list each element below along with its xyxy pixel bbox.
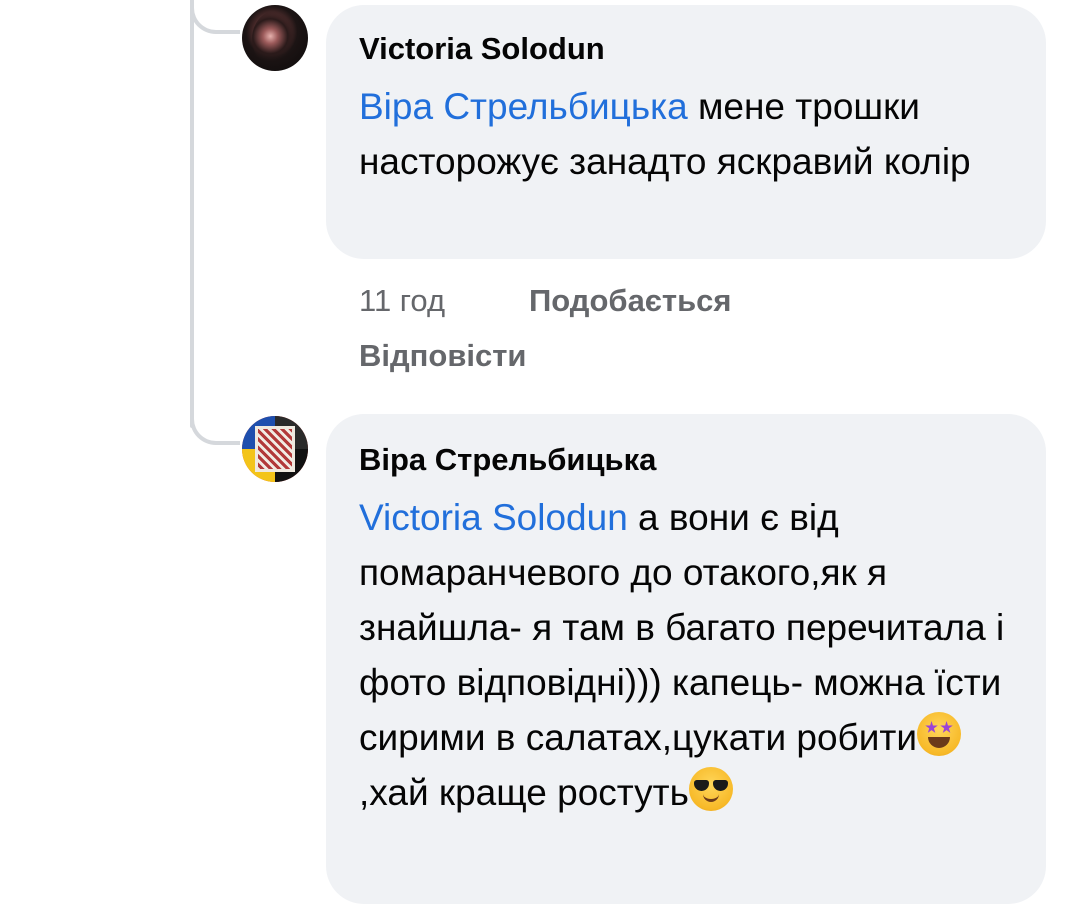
comment-text: Віра Стрельбицька мене трошки насторожує… <box>359 79 1012 189</box>
thread-connector-2 <box>190 411 240 445</box>
sunglasses-emoji-icon <box>688 767 733 811</box>
comment-author[interactable]: Віра Стрельбицька <box>359 442 1012 478</box>
avatar-victoria-solodun[interactable] <box>242 5 308 71</box>
comment-body-continued: ,хай краще ростуть <box>359 772 689 813</box>
like-button[interactable]: Подобається <box>529 283 732 319</box>
comment-text: Victoria Solodun а вони є від помаранчев… <box>359 490 1012 820</box>
mention-link[interactable]: Victoria Solodun <box>359 497 628 538</box>
embroidery-pattern <box>255 426 295 472</box>
avatar-vira-strelbytska[interactable] <box>242 416 308 482</box>
reply-button[interactable]: Відповісти <box>359 338 527 374</box>
comment-author[interactable]: Victoria Solodun <box>359 31 1012 67</box>
profile-photo <box>252 11 298 67</box>
comment-bubble-1: Victoria Solodun Віра Стрельбицька мене … <box>326 5 1046 259</box>
comment-timestamp[interactable]: 11 год <box>359 283 445 319</box>
thread-line <box>190 0 194 428</box>
thread-connector-1 <box>190 0 240 34</box>
star-struck-emoji-icon <box>917 712 962 756</box>
mention-link[interactable]: Віра Стрельбицька <box>359 86 688 127</box>
comment-bubble-2: Віра Стрельбицька Victoria Solodun а вон… <box>326 414 1046 904</box>
